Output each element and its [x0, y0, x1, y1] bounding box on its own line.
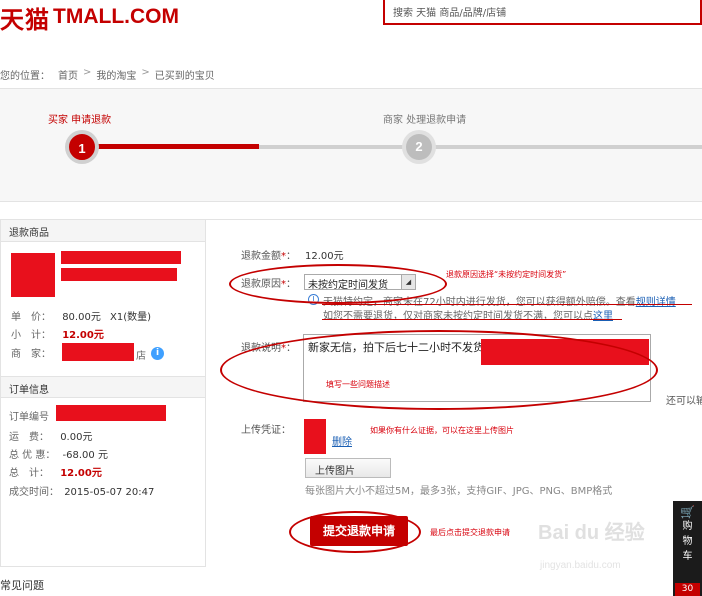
redacted-order-no	[56, 405, 166, 421]
total-value: 12.00元	[60, 468, 102, 479]
step-1-label: 买家 申请退款	[48, 115, 112, 126]
time-label: 成交时间：	[9, 487, 59, 498]
subtotal: 12.00元	[62, 330, 104, 341]
product-image[interactable]	[11, 253, 55, 297]
cart-label-char: 购	[682, 521, 693, 532]
discount-value: -68.00 元	[62, 450, 108, 461]
baidu-watermark-url: jingyan.baidu.com	[540, 560, 621, 571]
breadcrumb: 您的位置： 首页 > 我的淘宝 > 已买到的宝贝	[0, 67, 215, 82]
amount-label: 退款金额	[241, 251, 281, 262]
logo-en: TMALL.COM	[53, 5, 179, 28]
upload-label: 上传凭证	[241, 425, 281, 436]
breadcrumb-prefix: 您的位置：	[0, 71, 50, 82]
breadcrumb-purchased[interactable]: 已买到的宝贝	[155, 67, 215, 82]
shipping-value: 0.00元	[60, 432, 93, 443]
reason-tip-line2: 如您不需要退货，仅对商家未按约定时间发货不满，您可以点	[323, 311, 593, 322]
time-value: 2015-05-07 20:47	[64, 487, 155, 498]
info-icon[interactable]: i	[151, 347, 164, 360]
annotation-ellipse-submit	[289, 511, 421, 553]
order-summary-panel: 退款商品 单 价： 80.00元 X1(数量) 小 计： 12.00元 商 家：…	[0, 219, 206, 567]
seller-label: 商 家：	[11, 349, 51, 360]
discount-label: 总 优 惠：	[9, 450, 56, 461]
step-2-circle: 2	[406, 134, 432, 160]
faq-title: 常见问题	[0, 579, 44, 592]
progress-steps: 买家 申请退款 商家 处理退款申请 1 2	[0, 88, 702, 202]
upload-hint: 每张图片大小不超过5M，最多3张，支持GIF、JPG、PNG、BMP格式	[305, 486, 613, 497]
step-1-circle: 1	[69, 134, 95, 160]
underline-annotation	[322, 304, 692, 305]
rule-details-link[interactable]: 规则详情	[636, 297, 676, 308]
quantity: X1(数量)	[110, 312, 152, 323]
step-2-label: 商家 处理退款申请	[383, 115, 467, 126]
cart-label-char: 车	[682, 551, 693, 562]
baidu-watermark: Bai du 经验	[538, 522, 645, 544]
product-panel-title: 退款商品	[1, 220, 205, 242]
redacted-seller[interactable]	[62, 343, 134, 361]
unit-price: 80.00元	[62, 312, 101, 323]
underline-annotation	[322, 319, 622, 320]
redacted-product-name[interactable]	[61, 251, 181, 264]
click-here-link[interactable]: 这里	[593, 311, 613, 322]
annotation-submit: 最后点击提交退款申请	[430, 528, 510, 537]
subtotal-label: 小 计：	[11, 330, 51, 341]
sidebar-cart[interactable]: 🛒 购 物 车 30	[673, 501, 702, 596]
breadcrumb-home[interactable]: 首页	[58, 67, 78, 82]
amount-value: 12.00元	[305, 251, 344, 262]
annotation-ellipse-reason	[229, 264, 447, 304]
breadcrumb-separator: >	[83, 67, 92, 78]
redacted-product-name[interactable]	[61, 268, 177, 281]
char-remaining-text: 还可以输	[666, 396, 702, 407]
breadcrumb-my-taobao[interactable]: 我的淘宝	[96, 67, 136, 82]
upload-image-button[interactable]: 上传图片	[305, 458, 391, 478]
tmall-logo[interactable]: 天猫 TMALL.COM	[0, 2, 179, 34]
delete-image-link[interactable]: 删除	[332, 433, 352, 448]
logo-cn: 天猫	[0, 4, 50, 34]
unit-price-label: 单 价：	[11, 312, 51, 323]
shipping-label: 运 费：	[9, 432, 49, 443]
order-panel-title: 订单信息	[1, 376, 205, 398]
cart-label-char: 物	[682, 536, 693, 547]
store-suffix: 店	[136, 351, 146, 362]
uploaded-image-thumbnail[interactable]	[304, 419, 326, 454]
cart-count-badge: 30	[675, 583, 700, 596]
cart-icon: 🛒	[680, 505, 695, 519]
breadcrumb-separator: >	[141, 67, 150, 78]
search-input[interactable]: 搜索 天猫 商品/品牌/店铺	[383, 0, 702, 25]
total-label: 总 计：	[9, 468, 49, 479]
progress-track-fill	[83, 144, 259, 149]
annotation-reason: 退款原因选择“未按约定时间发货”	[446, 270, 567, 279]
annotation-upload: 如果你有什么证据，可以在这里上传图片	[370, 426, 514, 435]
order-no-label: 订单编号	[9, 412, 49, 423]
annotation-ellipse-desc	[220, 330, 658, 410]
